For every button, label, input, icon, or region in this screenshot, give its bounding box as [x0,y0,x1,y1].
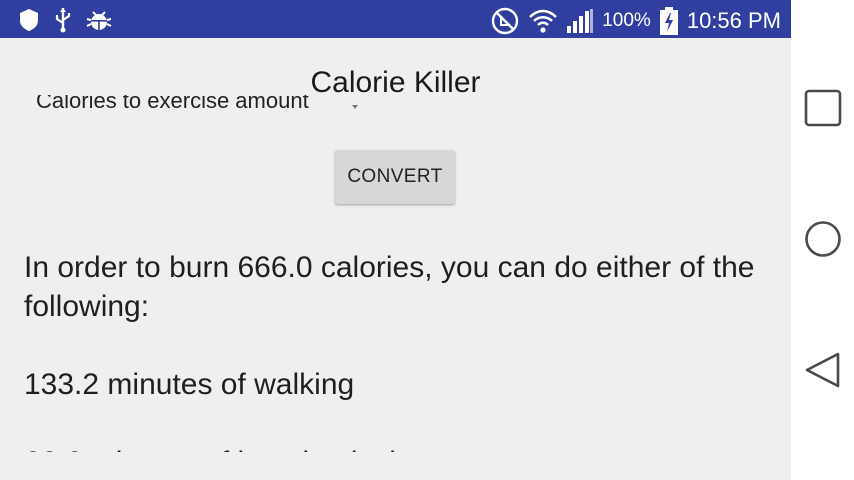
result-item: 66.6 minutes of jumping jacks [24,443,784,452]
status-left-icons [18,7,112,33]
app-content: Calories to exercise amount CONVERT In o… [0,38,791,480]
usb-icon [55,8,71,33]
scroll-area[interactable]: Calories to exercise amount CONVERT In o… [0,38,791,452]
signal-icon [567,9,594,33]
result-item: 133.2 minutes of walking [24,368,355,401]
home-circle-icon[interactable] [804,220,842,258]
shield-icon [20,9,38,31]
status-bar: 100% 10:56 PM [0,0,791,38]
convert-button[interactable]: CONVERT [335,150,455,204]
android-debug-icon [86,11,112,30]
clock: 10:56 PM [686,8,781,33]
battery-charging-icon [659,7,678,35]
recents-square-icon[interactable] [804,89,842,127]
battery-percent: 100% [602,10,651,31]
app-title: Calorie Killer [310,66,481,99]
result-spacer [24,326,784,365]
result-text: In order to burn 666.0 calories, you can… [24,248,784,452]
result-intro: In order to burn 666.0 calories, you can… [24,251,755,323]
wifi-icon [529,9,558,33]
back-triangle-icon[interactable] [804,351,842,389]
app-screen: 100% 10:56 PM Calories to exercise amoun… [0,0,854,480]
spinner-dropdown-icon[interactable] [352,105,358,109]
result-spacer [24,404,784,443]
status-right-icons: 100% 10:56 PM [490,6,781,36]
navigation-bar [791,0,854,480]
do-not-disturb-icon [492,7,519,35]
